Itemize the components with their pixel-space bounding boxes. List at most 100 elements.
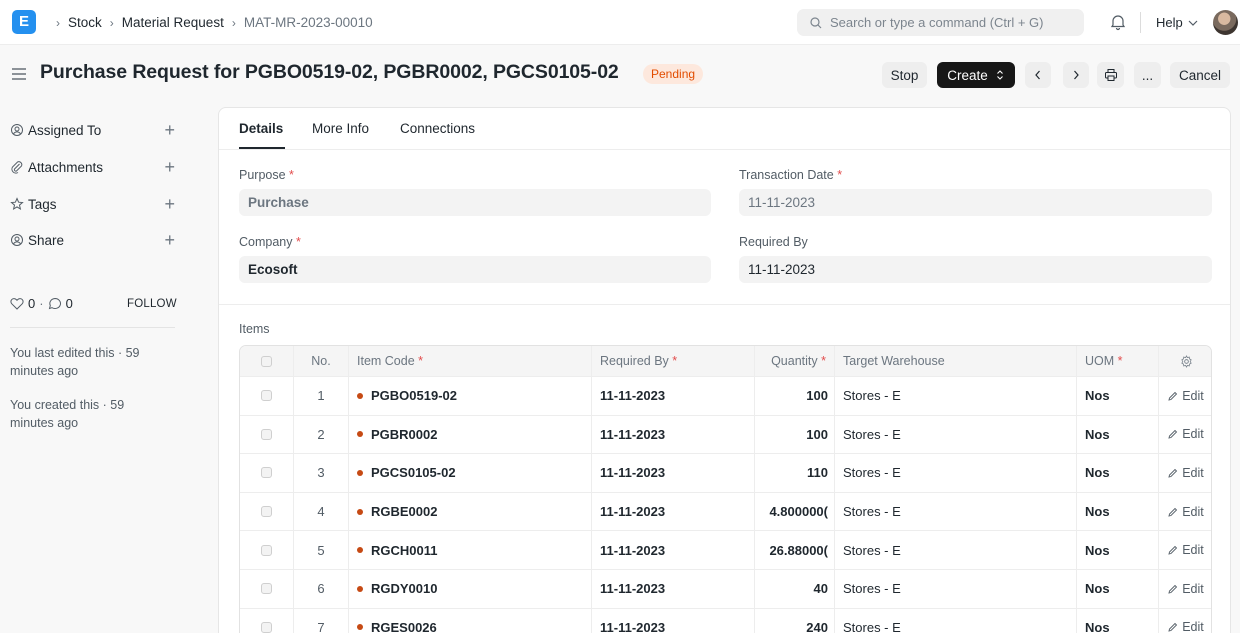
uom-cell[interactable]: Nos [1077, 415, 1159, 454]
add-attachment-icon[interactable]: + [164, 157, 175, 177]
required-by-cell[interactable]: 11-11-2023 [592, 608, 755, 633]
transaction-date-field[interactable]: 11-11-2023 [739, 189, 1212, 216]
required-by-cell[interactable]: 11-11-2023 [592, 531, 755, 569]
row-checkbox[interactable] [261, 506, 272, 518]
comment-icon[interactable] [48, 297, 62, 310]
edit-label: Edit [1182, 543, 1204, 558]
item-code-cell[interactable]: PGCS0105-02 [349, 454, 592, 492]
stop-button[interactable]: Stop [882, 62, 927, 88]
more-actions-button[interactable]: ... [1134, 62, 1161, 88]
quantity-cell[interactable]: 4.800000( [755, 492, 835, 531]
follow-button[interactable]: FOLLOW [127, 298, 177, 310]
app-logo[interactable]: E [12, 10, 36, 34]
add-tag-icon[interactable]: + [164, 194, 175, 214]
warehouse-cell[interactable]: Stores - E [835, 454, 1077, 492]
uom-cell[interactable]: Nos [1077, 492, 1159, 531]
warehouse-cell[interactable]: Stores - E [835, 492, 1077, 531]
row-checkbox[interactable] [261, 583, 272, 595]
table-row[interactable]: 6 RGDY0010 11-11-2023 40 Stores - E Nos Edit [240, 568, 1211, 608]
edit-label: Edit [1182, 504, 1204, 519]
sidebar-item-tags[interactable]: Tags + [10, 194, 185, 214]
search-bar[interactable]: Search or type a command (Ctrl + G) [797, 9, 1084, 36]
quantity-cell[interactable]: 240 [755, 608, 835, 633]
tab-details[interactable]: Details [239, 121, 283, 136]
breadcrumb-stock[interactable]: Stock [68, 15, 102, 30]
row-checkbox[interactable] [261, 428, 272, 440]
required-by-cell[interactable]: 11-11-2023 [592, 454, 755, 492]
user-avatar[interactable] [1213, 10, 1238, 35]
row-checkbox[interactable] [261, 390, 272, 402]
add-assignee-icon[interactable]: + [164, 120, 175, 140]
quantity-cell[interactable]: 40 [755, 569, 835, 608]
table-row[interactable]: 1 PGBO0519-02 11-11-2023 100 Stores - E Nos Ed… [240, 376, 1211, 415]
status-dot [357, 624, 363, 631]
table-row[interactable]: 4 RGBE0002 11-11-2023 4.800000(Stores - E No… [240, 491, 1211, 531]
uom-cell[interactable]: Nos [1077, 608, 1159, 633]
uom-cell[interactable]: Nos [1077, 569, 1159, 608]
warehouse-cell[interactable]: Stores - E [835, 569, 1077, 608]
gear-icon[interactable] [1180, 354, 1193, 368]
header-quantity: Quantity * [755, 346, 835, 376]
row-checkbox[interactable] [261, 467, 272, 479]
item-code-cell[interactable]: RGCH0011 [349, 531, 592, 569]
warehouse-cell[interactable]: Stores - E [835, 377, 1077, 415]
warehouse-cell[interactable]: Stores - E [835, 531, 1077, 569]
sidebar-item-assigned-to[interactable]: Assigned To + [10, 120, 185, 140]
item-code-cell[interactable]: PGBR0002 [349, 415, 592, 454]
create-button[interactable]: Create [937, 62, 1015, 88]
edit-row-button[interactable]: Edit [1159, 531, 1211, 569]
warehouse-cell[interactable]: Stores - E [835, 415, 1077, 454]
edit-row-button[interactable]: Edit [1159, 377, 1211, 415]
quantity-cell[interactable]: 26.88000( [755, 531, 835, 569]
uom-cell[interactable]: Nos [1077, 377, 1159, 415]
tab-more-info[interactable]: More Info [312, 121, 369, 136]
quantity-cell[interactable]: 110 [755, 454, 835, 492]
like-comment-counts: 0 · 0 [10, 296, 73, 311]
uom-cell[interactable]: Nos [1077, 454, 1159, 492]
add-share-icon[interactable]: + [164, 230, 175, 250]
edit-row-button[interactable]: Edit [1159, 609, 1211, 633]
breadcrumb-material-request[interactable]: Material Request [122, 15, 224, 30]
required-by-cell[interactable]: 11-11-2023 [592, 492, 755, 531]
row-checkbox[interactable] [261, 544, 272, 556]
row-checkbox[interactable] [261, 621, 272, 633]
purpose-field[interactable]: Purchase [239, 189, 711, 216]
items-table: No. Item Code * Required By * Quantity *… [239, 345, 1212, 633]
edit-row-button[interactable]: Edit [1159, 416, 1211, 454]
sidebar-item-attachments[interactable]: Attachments + [10, 157, 185, 177]
quantity-cell[interactable]: 100 [755, 377, 835, 415]
warehouse-cell[interactable]: Stores - E [835, 608, 1077, 633]
help-dropdown[interactable]: Help [1156, 0, 1200, 45]
item-code-cell[interactable]: PGBO0519-02 [349, 377, 592, 415]
cancel-button[interactable]: Cancel [1170, 62, 1230, 88]
table-row[interactable]: 2 PGBR0002 11-11-2023 100 Stores - E Nos Edit [240, 414, 1211, 454]
prev-button[interactable] [1025, 62, 1051, 88]
last-edited-text: You last edited this · 59 minutes ago [10, 346, 140, 378]
edit-row-button[interactable]: Edit [1159, 570, 1211, 608]
bell-icon[interactable] [1110, 13, 1126, 31]
heart-icon[interactable] [10, 297, 24, 310]
item-code-cell[interactable]: RGBE0002 [349, 492, 592, 531]
table-row[interactable]: 5 RGCH0011 11-11-2023 26.88000(Stores - E No… [240, 530, 1211, 569]
required-by-field[interactable]: 11-11-2023 [739, 256, 1212, 283]
item-code-cell[interactable]: RGDY0010 [349, 569, 592, 608]
edit-row-button[interactable]: Edit [1159, 454, 1211, 492]
select-all-checkbox[interactable] [261, 355, 272, 367]
required-by-cell[interactable]: 11-11-2023 [592, 415, 755, 454]
print-button[interactable] [1097, 62, 1124, 88]
quantity-cell[interactable]: 100 [755, 415, 835, 454]
breadcrumb-current[interactable]: MAT-MR-2023-00010 [244, 15, 373, 30]
required-by-cell[interactable]: 11-11-2023 [592, 377, 755, 415]
required-by-cell[interactable]: 11-11-2023 [592, 569, 755, 608]
uom-cell[interactable]: Nos [1077, 531, 1159, 569]
sidebar-item-share[interactable]: Share + [10, 230, 185, 250]
tab-connections[interactable]: Connections [400, 121, 475, 136]
edit-label: Edit [1182, 620, 1204, 633]
table-row[interactable]: 3 PGCS0105-02 11-11-2023 110 Stores - E Nos Ed… [240, 453, 1211, 492]
menu-icon[interactable] [12, 68, 26, 80]
next-button[interactable] [1063, 62, 1089, 88]
company-field[interactable]: Ecosoft [239, 256, 711, 283]
table-row[interactable]: 7 RGES0026 11-11-2023 240 Stores - E Nos Edit [240, 607, 1211, 633]
edit-row-button[interactable]: Edit [1159, 493, 1211, 531]
item-code-cell[interactable]: RGES0026 [349, 608, 592, 633]
